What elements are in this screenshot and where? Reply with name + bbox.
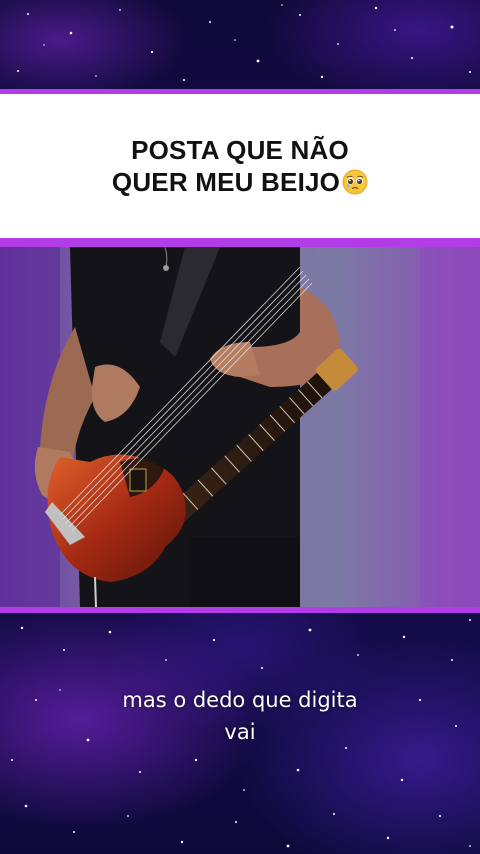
video-frame[interactable]: [0, 247, 480, 607]
title-banner: POSTA QUE NÃO QUER MEU BEIJO: [0, 89, 480, 247]
subtitle-caption: mas o dedo que digita vai: [0, 684, 480, 748]
subtitle-line-2: vai: [224, 720, 256, 744]
subtitle-line-1: mas o dedo que digita: [122, 688, 358, 712]
video-border: [0, 607, 480, 613]
bass-player-scene: [0, 247, 480, 607]
caption-title-line-1: POSTA QUE NÃO: [131, 135, 349, 165]
pleading-face-icon: [342, 169, 368, 195]
caption-title: POSTA QUE NÃO QUER MEU BEIJO: [112, 134, 368, 198]
caption-title-line-2: QUER MEU BEIJO: [112, 166, 368, 198]
caption-title-line-2-text: QUER MEU BEIJO: [111, 167, 341, 197]
